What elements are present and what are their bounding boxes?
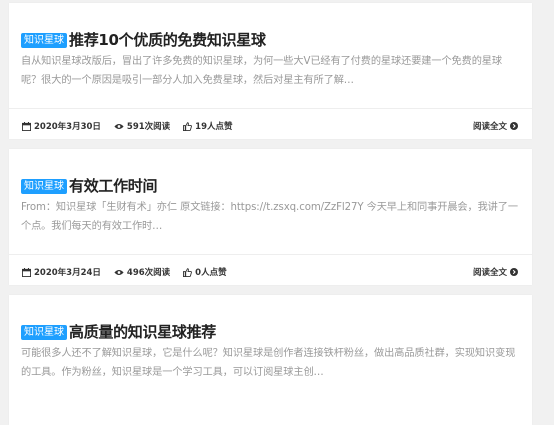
- divider: [9, 108, 532, 109]
- eye-icon: [114, 123, 124, 129]
- read-more-label: 阅读全文: [472, 122, 507, 132]
- post-excerpt: 可能很多人还不了解知识星球，它是什么呢？知识星球是创作者连接铁杆粉丝，做出高品质…: [21, 348, 516, 378]
- thumbs-up-icon: [183, 121, 193, 131]
- post-views: 496次阅读: [114, 266, 170, 278]
- post-views-text: 496次阅读: [126, 268, 171, 278]
- post-meta: 2020年3月30日 591次阅读 19人点赞: [22, 120, 246, 132]
- post-title-row[interactable]: 知识星球 有效工作时间: [21, 176, 158, 196]
- read-more-label: 阅读全文: [472, 268, 507, 278]
- calendar-icon: [22, 267, 31, 277]
- post-card: 知识星球 有效工作时间 From：知识星球「生财有术」亦仁 原文链接：https…: [9, 149, 532, 285]
- post-likes: 19人点赞: [183, 120, 233, 132]
- divider: [9, 254, 532, 255]
- read-more-link[interactable]: 阅读全文: [473, 120, 518, 132]
- category-tag[interactable]: 知识星球: [21, 178, 67, 194]
- post-views-text: 591次阅读: [126, 122, 171, 132]
- post-card: 知识星球 推荐10个优质的免费知识星球 自从知识星球改版后，冒出了许多免费的知识…: [9, 3, 532, 139]
- post-date: 2020年3月24日: [22, 266, 101, 278]
- post-title[interactable]: 推荐10个优质的免费知识星球: [69, 30, 266, 50]
- post-excerpt: 自从知识星球改版后，冒出了许多免费的知识星球，为何一些大V已经有了付费的星球还要…: [21, 56, 502, 86]
- thumbs-up-icon: [183, 267, 193, 277]
- post-excerpt: From：知识星球「生财有术」亦仁 原文链接：https://t.zsxq.co…: [21, 202, 518, 232]
- post-date-text: 2020年3月30日: [34, 122, 101, 132]
- post-title[interactable]: 高质量的知识星球推荐: [69, 322, 216, 342]
- post-likes-text: 19人点赞: [195, 122, 233, 132]
- post-title-row[interactable]: 知识星球 推荐10个优质的免费知识星球: [21, 30, 266, 50]
- chevron-right-circle-icon: [510, 122, 518, 130]
- chevron-right-circle-icon: [510, 268, 518, 276]
- post-card: 知识星球 高质量的知识星球推荐 可能很多人还不了解知识星球，它是什么呢？知识星球…: [9, 295, 532, 425]
- read-more-link[interactable]: 阅读全文: [473, 266, 518, 278]
- post-title[interactable]: 有效工作时间: [69, 176, 158, 196]
- post-date: 2020年3月30日: [22, 120, 101, 132]
- category-tag[interactable]: 知识星球: [21, 324, 67, 340]
- post-likes-text: 0人点赞: [195, 268, 227, 278]
- post-views: 591次阅读: [114, 120, 170, 132]
- calendar-icon: [22, 121, 31, 131]
- post-title-row[interactable]: 知识星球 高质量的知识星球推荐: [21, 322, 216, 342]
- category-tag[interactable]: 知识星球: [21, 32, 67, 48]
- post-date-text: 2020年3月24日: [34, 268, 101, 278]
- eye-icon: [114, 269, 124, 275]
- post-likes: 0人点赞: [183, 266, 227, 278]
- post-meta: 2020年3月24日 496次阅读 0人点赞: [22, 266, 240, 278]
